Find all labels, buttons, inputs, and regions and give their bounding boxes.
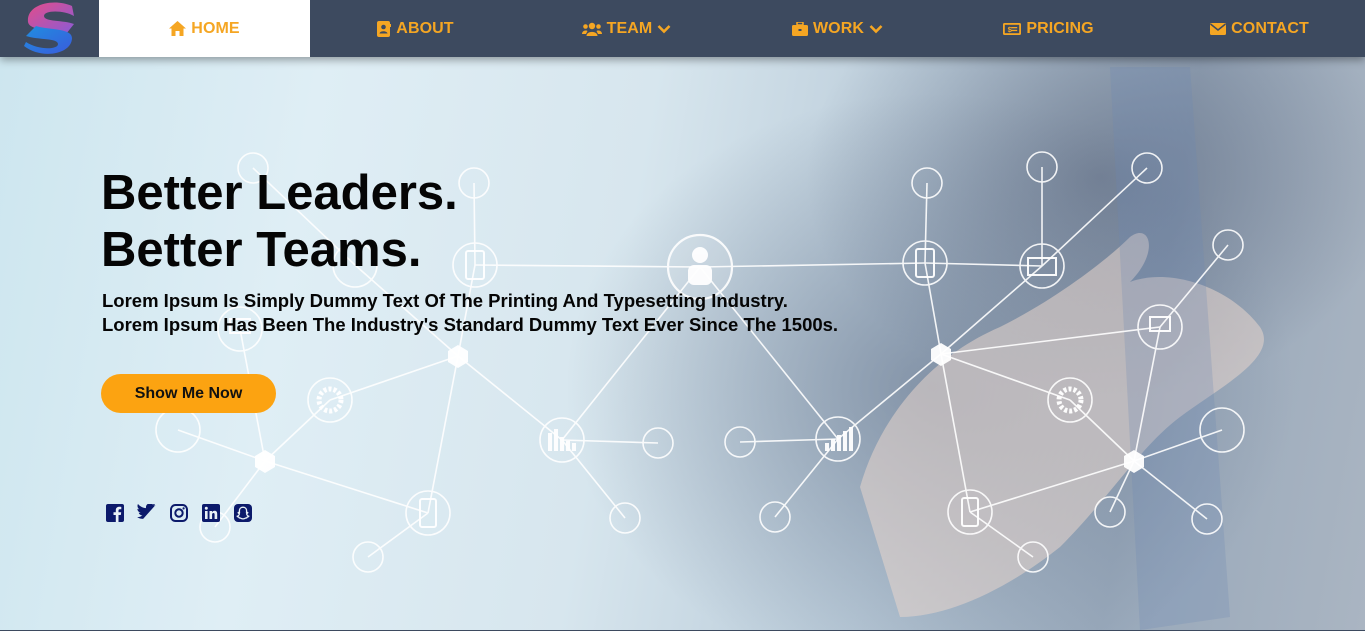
nav-contact[interactable]: CONTACT xyxy=(1154,0,1365,57)
linkedin-link[interactable] xyxy=(201,503,220,522)
hero-section: Better Leaders. Better Teams. Lorem Ipsu… xyxy=(0,57,1365,630)
nav-team[interactable]: TEAM xyxy=(521,0,732,57)
chevron-down-icon xyxy=(657,24,671,33)
hero-subtitle-line1: Lorem Ipsum Is Simply Dummy Text Of The … xyxy=(102,290,788,311)
facebook-link[interactable] xyxy=(105,503,124,522)
snapchat-icon xyxy=(233,503,252,522)
briefcase-icon xyxy=(791,21,808,36)
users-icon xyxy=(581,22,602,36)
nav-pricing[interactable]: $ PRICING xyxy=(943,0,1154,57)
instagram-icon xyxy=(169,503,188,522)
nav-home-label: HOME xyxy=(191,19,240,37)
twitter-icon xyxy=(137,504,156,519)
home-icon xyxy=(169,21,187,36)
nav-about[interactable]: ABOUT xyxy=(310,0,521,57)
hero-title-line2: Better Teams. xyxy=(101,223,422,277)
hero-title: Better Leaders. Better Teams. xyxy=(101,165,801,279)
nav-pricing-label: PRICING xyxy=(1026,19,1094,37)
brand-logo-icon xyxy=(24,2,74,54)
network-background-graphic xyxy=(155,67,1264,630)
snapchat-link[interactable] xyxy=(233,503,252,522)
twitter-link[interactable] xyxy=(137,503,156,522)
nav-contact-label: CONTACT xyxy=(1231,19,1309,37)
nav-work[interactable]: WORK xyxy=(732,0,943,57)
nav-home[interactable]: HOME xyxy=(99,0,310,57)
chevron-down-icon xyxy=(869,24,883,33)
social-links xyxy=(105,503,252,522)
hero-subtitle-line2: Lorem Ipsum Has Been The Industry's Stan… xyxy=(102,314,839,335)
svg-text:$: $ xyxy=(1008,25,1013,34)
nav-menu: HOME ABOUT TEAM WORK $ PRICING CONTACT xyxy=(99,0,1365,57)
brand-logo[interactable] xyxy=(0,0,99,57)
money-bill-icon: $ xyxy=(1003,22,1022,35)
show-me-now-button[interactable]: Show Me Now xyxy=(101,374,276,413)
navbar: HOME ABOUT TEAM WORK $ PRICING CONTACT xyxy=(0,0,1365,57)
instagram-link[interactable] xyxy=(169,503,188,522)
address-card-icon xyxy=(377,20,392,37)
facebook-icon xyxy=(105,503,124,522)
envelope-icon xyxy=(1210,22,1227,35)
nav-work-label: WORK xyxy=(812,19,865,37)
hero-title-line1: Better Leaders. xyxy=(101,166,458,220)
nav-team-label: TEAM xyxy=(606,19,653,37)
linkedin-icon xyxy=(201,503,220,522)
hero-subtitle: Lorem Ipsum Is Simply Dummy Text Of The … xyxy=(102,289,962,337)
nav-about-label: ABOUT xyxy=(396,19,454,37)
